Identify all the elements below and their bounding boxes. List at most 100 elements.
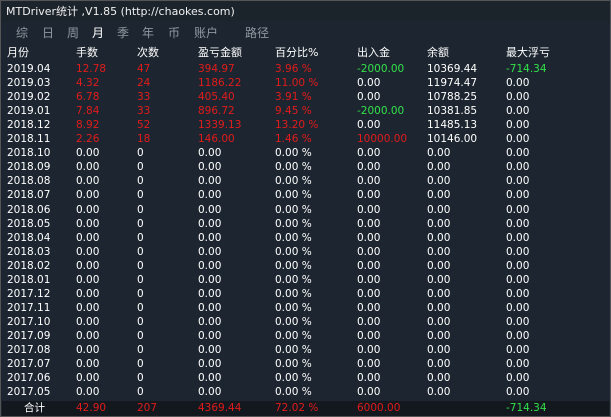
table-row[interactable]: 2019.03 4.32 24 1186.22 11.00 % 0.00 11974.47 0… bbox=[2, 76, 609, 90]
cell-flow: 0.00 bbox=[357, 245, 381, 258]
column-header-pnl[interactable]: 盈亏金额 bbox=[198, 45, 242, 61]
table-row[interactable]: 2017.06 0.00 0 0.00 0.00 % 0.00 0.00 0.00 bbox=[2, 371, 609, 385]
table-row[interactable]: 2017.09 0.00 0 0.00 0.00 % 0.00 0.00 0.00 bbox=[2, 329, 609, 343]
cell-count: 0 bbox=[137, 175, 144, 188]
tab-month[interactable]: 月 bbox=[92, 22, 104, 44]
table-row[interactable]: 2018.09 0.00 0 0.00 0.00 % 0.00 0.00 0.00 bbox=[2, 160, 609, 174]
cell-flow: 0.00 bbox=[357, 358, 381, 371]
cell-max-drawdown: 0.00 bbox=[506, 372, 530, 385]
total-row: 合计 42.90 207 4369.44 72.02 % 6000.00 -71… bbox=[2, 401, 609, 416]
cell-flow: 0.00 bbox=[357, 329, 381, 342]
cell-month: 2018.11 bbox=[7, 133, 51, 146]
table-row[interactable]: 2017.08 0.00 0 0.00 0.00 % 0.00 0.00 0.00 bbox=[2, 343, 609, 357]
table-row[interactable]: 2018.04 0.00 0 0.00 0.00 % 0.00 0.00 0.00 bbox=[2, 231, 609, 245]
tab-currency[interactable]: 币 bbox=[168, 22, 180, 44]
column-header-lots[interactable]: 手数 bbox=[76, 45, 98, 61]
tab-path[interactable]: 路径 bbox=[245, 22, 269, 44]
cell-lots: 0.00 bbox=[76, 358, 100, 371]
table-row[interactable]: 2017.10 0.00 0 0.00 0.00 % 0.00 0.00 0.00 bbox=[2, 315, 609, 329]
cell-month: 2018.09 bbox=[7, 161, 51, 174]
cell-lots: 0.00 bbox=[76, 344, 100, 356]
cell-balance: 0.00 bbox=[427, 147, 451, 160]
total-pnl: 4369.44 bbox=[198, 402, 242, 414]
tab-overview[interactable]: 综 bbox=[16, 22, 28, 44]
tab-account[interactable]: 账户 bbox=[194, 22, 218, 44]
cell-flow: 0.00 bbox=[357, 77, 381, 89]
table-row[interactable]: 2018.02 0.00 0 0.00 0.00 % 0.00 0.00 0.00 bbox=[2, 259, 609, 273]
tab-week[interactable]: 周 bbox=[67, 22, 79, 44]
column-header-balance[interactable]: 余额 bbox=[427, 45, 449, 61]
total-lots: 42.90 bbox=[76, 402, 107, 414]
cell-month: 2018.03 bbox=[7, 245, 51, 258]
cell-pnl: 1186.22 bbox=[198, 77, 242, 89]
cell-percent: 0.00 % bbox=[275, 329, 312, 342]
cell-lots: 0.00 bbox=[76, 245, 100, 258]
column-header-month[interactable]: 月份 bbox=[7, 45, 29, 61]
table-row[interactable]: 2017.11 0.00 0 0.00 0.00 % 0.00 0.00 0.00 bbox=[2, 301, 609, 315]
table-row[interactable]: 2017.12 0.00 0 0.00 0.00 % 0.00 0.00 0.00 bbox=[2, 287, 609, 301]
cell-flow: 0.00 bbox=[357, 301, 381, 314]
table-row[interactable]: 2018.06 0.00 0 0.00 0.00 % 0.00 0.00 0.00 bbox=[2, 203, 609, 217]
cell-count: 0 bbox=[137, 301, 144, 314]
table-row[interactable]: 2018.07 0.00 0 0.00 0.00 % 0.00 0.00 0.00 bbox=[2, 188, 609, 202]
cell-count: 0 bbox=[137, 386, 144, 399]
cell-month: 2018.06 bbox=[7, 203, 51, 216]
cell-count: 33 bbox=[137, 105, 151, 118]
cell-month: 2018.01 bbox=[7, 273, 51, 286]
table-row[interactable]: 2019.02 6.78 33 405.40 3.91 % 0.00 10788.25 0.0… bbox=[2, 90, 609, 104]
cell-flow: 0.00 bbox=[357, 91, 381, 104]
mtdriver-stats-window: MTDriver统计 ,V1.85 (http://chaokes.com) 综… bbox=[0, 0, 611, 417]
cell-balance: 0.00 bbox=[427, 287, 451, 300]
cell-month: 2019.02 bbox=[7, 91, 51, 104]
table-row[interactable]: 2018.10 0.00 0 0.00 0.00 % 0.00 0.00 0.00 bbox=[2, 146, 609, 160]
cell-percent: 0.00 % bbox=[275, 203, 312, 216]
table-row[interactable]: 2018.12 8.92 52 1339.13 13.20 % 0.00 11485.13 0… bbox=[2, 118, 609, 132]
cell-lots: 0.00 bbox=[76, 259, 100, 272]
cell-balance: 10788.25 bbox=[427, 91, 478, 104]
cell-max-drawdown: 0.00 bbox=[506, 386, 530, 399]
cell-max-drawdown: 0.00 bbox=[506, 91, 530, 104]
cell-max-drawdown: 0.00 bbox=[506, 203, 530, 216]
column-header-percent[interactable]: 百分比% bbox=[275, 45, 318, 61]
cell-count: 0 bbox=[137, 358, 144, 371]
cell-percent: 0.00 % bbox=[275, 344, 312, 356]
column-header-deposit-withdraw[interactable]: 出入金 bbox=[357, 45, 390, 61]
cell-count: 18 bbox=[137, 133, 151, 146]
cell-month: 2018.02 bbox=[7, 259, 51, 272]
cell-percent: 0.00 % bbox=[275, 273, 312, 286]
table-row[interactable]: 2018.03 0.00 0 0.00 0.00 % 0.00 0.00 0.00 bbox=[2, 245, 609, 259]
cell-pnl: 0.00 bbox=[198, 259, 222, 272]
cell-lots: 2.26 bbox=[76, 133, 100, 146]
column-header-count[interactable]: 次数 bbox=[137, 45, 159, 61]
cell-pnl: 1339.13 bbox=[198, 119, 242, 132]
table-row[interactable]: 2017.07 0.00 0 0.00 0.00 % 0.00 0.00 0.00 bbox=[2, 357, 609, 371]
cell-month: 2017.08 bbox=[7, 344, 51, 356]
cell-lots: 12.78 bbox=[76, 63, 107, 75]
cell-max-drawdown: 0.00 bbox=[506, 259, 530, 272]
cell-balance: 0.00 bbox=[427, 344, 451, 356]
table-row[interactable]: 2018.11 2.26 18 146.00 1.46 % 10000.00 10146.0… bbox=[2, 132, 609, 146]
tab-day[interactable]: 日 bbox=[42, 22, 54, 44]
cell-max-drawdown: 0.00 bbox=[506, 329, 530, 342]
cell-pnl: 0.00 bbox=[198, 301, 222, 314]
tab-quarter[interactable]: 季 bbox=[117, 22, 129, 44]
cell-balance: 0.00 bbox=[427, 161, 451, 174]
cell-pnl: 405.40 bbox=[198, 91, 235, 104]
cell-flow: 0.00 bbox=[357, 147, 381, 160]
cell-pnl: 0.00 bbox=[198, 217, 222, 230]
tab-year[interactable]: 年 bbox=[142, 22, 154, 44]
table-row[interactable]: 2017.05 0.00 0 0.00 0.00 % 0.00 0.00 0.00 bbox=[2, 385, 609, 399]
column-header-max-drawdown[interactable]: 最大浮亏 bbox=[506, 45, 550, 61]
cell-month: 2017.09 bbox=[7, 329, 51, 342]
cell-pnl: 0.00 bbox=[198, 372, 222, 385]
cell-flow: 10000.00 bbox=[357, 133, 408, 146]
cell-max-drawdown: 0.00 bbox=[506, 245, 530, 258]
table-row[interactable]: 2018.05 0.00 0 0.00 0.00 % 0.00 0.00 0.00 bbox=[2, 217, 609, 231]
table-row[interactable]: 2018.01 0.00 0 0.00 0.00 % 0.00 0.00 0.00 bbox=[2, 273, 609, 287]
table-row[interactable]: 2018.08 0.00 0 0.00 0.00 % 0.00 0.00 0.00 bbox=[2, 174, 609, 188]
table-row[interactable]: 2019.04 12.78 47 394.97 3.96 % -2000.00 10369.… bbox=[2, 62, 609, 76]
cell-percent: 0.00 % bbox=[275, 301, 312, 314]
cell-pnl: 896.72 bbox=[198, 105, 235, 118]
cell-pnl: 0.00 bbox=[198, 287, 222, 300]
table-row[interactable]: 2019.01 7.84 33 896.72 9.45 % -2000.00 10381.8… bbox=[2, 104, 609, 118]
